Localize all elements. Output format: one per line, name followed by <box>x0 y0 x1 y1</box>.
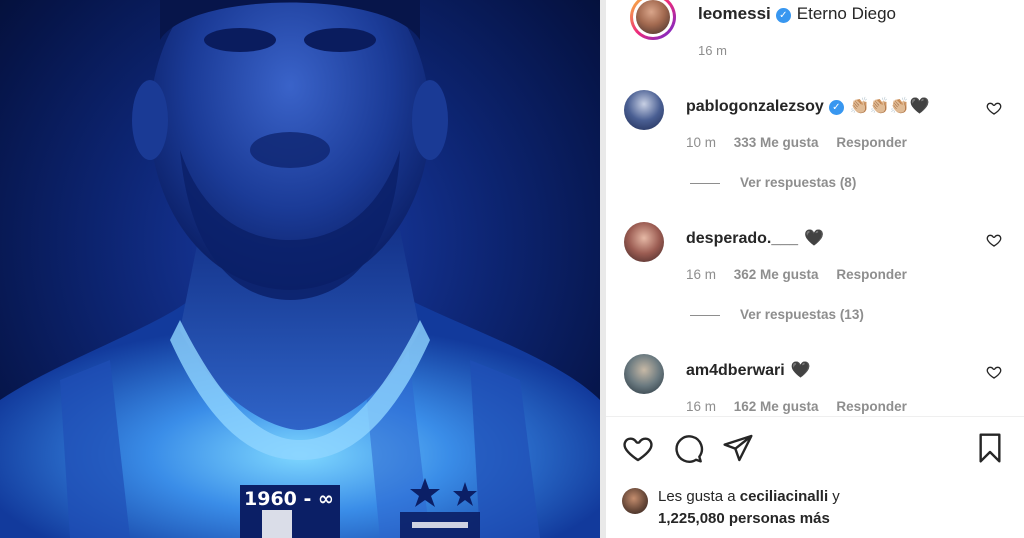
bookmark-icon[interactable] <box>974 432 1006 464</box>
comment-avatar[interactable] <box>624 90 664 130</box>
likes-line-1: Les gusta a ceciliacinalli y <box>658 488 840 505</box>
reply-button[interactable]: Responder <box>836 135 907 150</box>
photo-illustration <box>0 0 600 538</box>
post-caption: leomessi ✓ Eterno Diego 16 m <box>618 0 1018 70</box>
caption-text: Eterno Diego <box>796 4 896 23</box>
post-actions <box>622 432 1006 466</box>
comment-username[interactable]: desperado.___ <box>686 230 798 247</box>
comment-meta: 16 m 362 Me gusta Responder <box>686 267 921 282</box>
verified-icon: ✓ <box>828 100 844 115</box>
post-timestamp[interactable]: 16 m <box>698 43 727 58</box>
replies-rule <box>690 182 720 184</box>
reply-button[interactable]: Responder <box>836 267 907 282</box>
comment-line: desperado.___ 🖤 <box>686 228 824 248</box>
replies-rule <box>690 314 720 316</box>
comment-time[interactable]: 16 m <box>686 399 716 414</box>
comment-time[interactable]: 10 m <box>686 135 716 150</box>
comment-like-icon[interactable] <box>986 364 1002 380</box>
comment-line: am4dberwari 🖤 <box>686 360 811 380</box>
comment-meta: 10 m 333 Me gusta Responder <box>686 135 921 150</box>
share-icon[interactable] <box>722 432 754 464</box>
jersey-text: 1960 - ∞ <box>244 488 334 510</box>
comment-like-icon[interactable] <box>986 100 1002 116</box>
view-replies-label: Ver respuestas (8) <box>740 175 857 190</box>
comment-text: 🖤 <box>804 230 824 247</box>
comment-avatar[interactable] <box>624 222 664 262</box>
actions-divider <box>606 416 1024 417</box>
comment-text: 👏🏼👏🏼👏🏼🖤 <box>849 98 930 115</box>
comment-text: 🖤 <box>790 362 811 379</box>
owner-username[interactable]: leomessi <box>698 4 771 23</box>
view-replies-label: Ver respuestas (13) <box>740 307 864 322</box>
reply-button[interactable]: Responder <box>836 399 907 414</box>
likes-prefix: Les gusta a <box>658 488 736 505</box>
liker-avatar[interactable] <box>622 488 648 514</box>
view-replies-button[interactable]: Ver respuestas (13) <box>690 307 864 322</box>
post-photo[interactable]: 1960 - ∞ <box>0 0 600 538</box>
likes-conj: y <box>832 488 840 505</box>
liker-username[interactable]: ceciliacinalli <box>740 488 828 505</box>
comment-time[interactable]: 16 m <box>686 267 716 282</box>
verified-icon: ✓ <box>775 8 791 23</box>
comment-username[interactable]: pablogonzalezsoy <box>686 98 824 115</box>
comment-likes[interactable]: 333 Me gusta <box>734 135 819 150</box>
heart-icon[interactable] <box>622 432 654 464</box>
comment-avatar[interactable] <box>624 354 664 394</box>
owner-avatar[interactable] <box>630 0 676 40</box>
comment-likes[interactable]: 362 Me gusta <box>734 267 819 282</box>
comment-line: pablogonzalezsoy ✓ 👏🏼👏🏼👏🏼🖤 <box>686 96 929 116</box>
comment-username[interactable]: am4dberwari <box>686 362 785 379</box>
comment-meta: 16 m 162 Me gusta Responder <box>686 399 921 415</box>
instagram-post-window: 1960 - ∞ leomessi ✓ Eterno Diego 16 m pabl… <box>0 0 1024 538</box>
comment-like-icon[interactable] <box>986 232 1002 248</box>
caption-line: leomessi ✓ Eterno Diego <box>698 4 896 24</box>
comment-icon[interactable] <box>672 432 704 464</box>
post-side-panel: leomessi ✓ Eterno Diego 16 m pablogonzalez… <box>606 0 1024 538</box>
view-replies-button[interactable]: Ver respuestas (8) <box>690 175 856 190</box>
comment-likes[interactable]: 162 Me gusta <box>734 399 819 414</box>
likes-count-button[interactable]: 1,225,080 personas más <box>658 510 830 527</box>
